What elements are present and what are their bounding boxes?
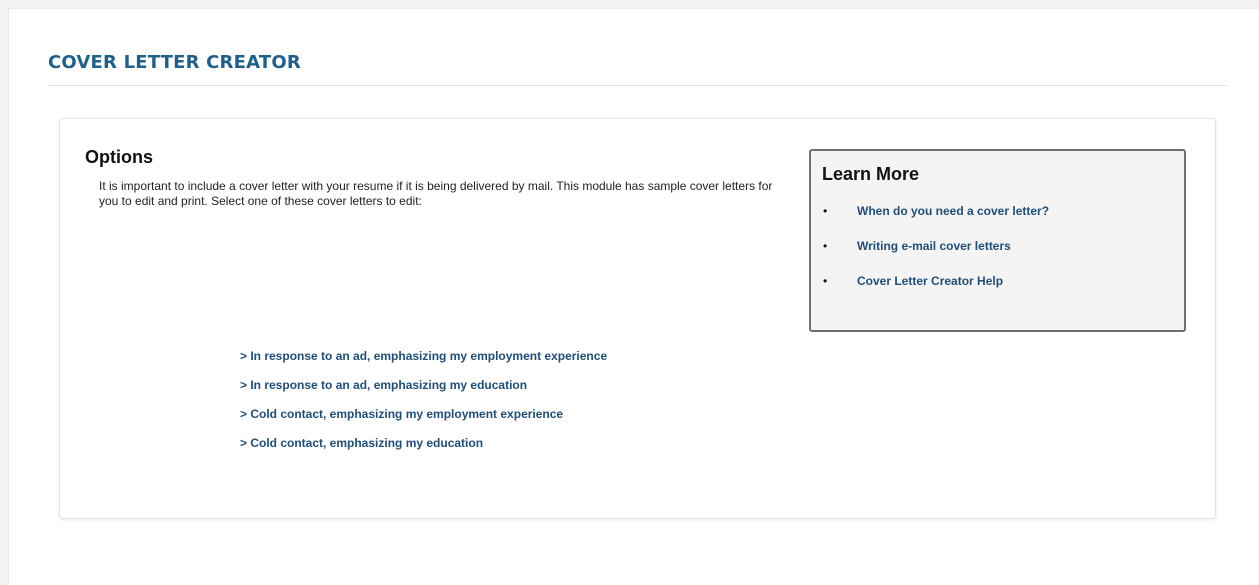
cover-letter-link-ad-employment[interactable]: > In response to an ad, emphasizing my e…: [240, 349, 607, 378]
learn-more-link-help[interactable]: Cover Letter Creator Help: [857, 274, 1003, 288]
learn-more-box: Learn More • When do you need a cover le…: [809, 149, 1186, 332]
bullet-icon: •: [823, 274, 828, 288]
bullet-icon: •: [823, 204, 828, 218]
learn-more-link-email-letters[interactable]: Writing e-mail cover letters: [857, 239, 1011, 253]
learn-more-link-when-needed[interactable]: When do you need a cover letter?: [857, 204, 1049, 218]
cover-letter-link-cold-employment[interactable]: > Cold contact, emphasizing my employmen…: [240, 407, 607, 436]
cover-letter-link-ad-education[interactable]: > In response to an ad, emphasizing my e…: [240, 378, 607, 407]
cover-letter-link-label: > Cold contact, emphasizing my education: [240, 436, 484, 450]
cover-letter-link-label: > In response to an ad, emphasizing my e…: [240, 349, 608, 363]
title-divider: [48, 85, 1227, 86]
page-title: COVER LETTER CREATOR: [48, 52, 301, 73]
learn-more-list: • When do you need a cover letter? • Wri…: [823, 204, 1049, 309]
learn-more-item: • Writing e-mail cover letters: [823, 239, 1049, 274]
options-panel: Options It is important to include a cov…: [59, 118, 1216, 519]
cover-letter-list: > In response to an ad, emphasizing my e…: [240, 349, 607, 465]
options-heading: Options: [85, 147, 153, 167]
learn-more-item: • Cover Letter Creator Help: [823, 274, 1049, 309]
cover-letter-link-label: > In response to an ad, emphasizing my e…: [240, 378, 528, 392]
learn-more-item: • When do you need a cover letter?: [823, 204, 1049, 239]
options-intro-text: It is important to include a cover lette…: [99, 179, 773, 208]
page-container: COVER LETTER CREATOR Options It is impor…: [8, 8, 1259, 585]
learn-more-heading: Learn More: [822, 164, 920, 184]
cover-letter-link-cold-education[interactable]: > Cold contact, emphasizing my education: [240, 436, 607, 465]
bullet-icon: •: [823, 239, 828, 253]
cover-letter-link-label: > Cold contact, emphasizing my employmen…: [240, 407, 564, 421]
